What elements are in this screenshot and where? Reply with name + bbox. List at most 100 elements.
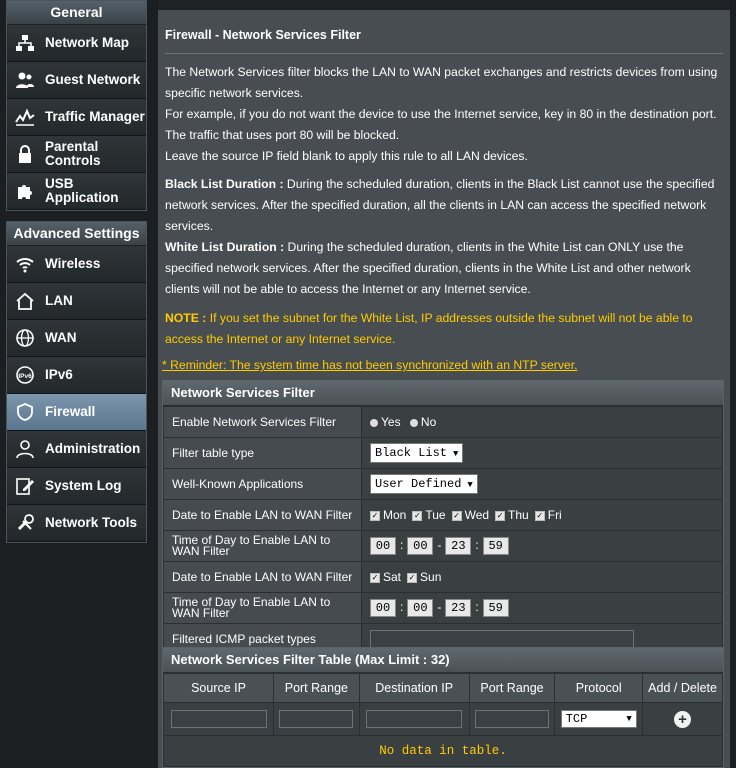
- sidebar-item-firewall[interactable]: Firewall: [7, 394, 146, 431]
- note-label: NOTE :: [165, 311, 207, 325]
- tools-icon: [10, 513, 40, 533]
- chevron-down-icon: ▼: [626, 714, 632, 724]
- desc-paragraph-1: The Network Services filter blocks the L…: [165, 65, 718, 100]
- filter-type-select[interactable]: Black List ▼: [370, 443, 464, 463]
- day-label: Tue: [425, 508, 446, 522]
- day-checkbox-fri[interactable]: ✓ Fri: [534, 508, 562, 522]
- enable-no-radio[interactable]: No: [409, 415, 437, 429]
- sidebar-item-label: Guest Network: [45, 72, 141, 87]
- rules-table-section: Network Services Filter Table (Max Limit…: [162, 647, 724, 768]
- weekday-time-inputs: 00:00-23:59: [361, 530, 723, 562]
- sidebar-item-traffic-manager[interactable]: Traffic Manager: [7, 99, 146, 136]
- time-input[interactable]: 59: [482, 537, 509, 555]
- sidebar-item-parental-controls[interactable]: Parental Controls: [7, 136, 146, 173]
- sidebar-item-wireless[interactable]: Wireless: [7, 246, 146, 283]
- sidebar-item-label: Network Tools: [45, 515, 138, 530]
- globe-icon: [10, 328, 40, 348]
- rules-table-header: Network Services Filter Table (Max Limit…: [163, 648, 723, 673]
- note-text: If you set the subnet for the White List…: [165, 311, 693, 346]
- general-menu: General Network Map Guest Network Traffic …: [6, 0, 147, 211]
- day-checkbox-thu[interactable]: ✓ Thu: [495, 508, 529, 522]
- edit-log-icon: [10, 476, 40, 496]
- title-divider: [165, 53, 723, 54]
- day-label: Thu: [508, 508, 529, 522]
- sidebar-item-label: Wireless: [45, 256, 101, 271]
- sidebar-item-lan[interactable]: LAN: [7, 283, 146, 320]
- sidebar-item-label: System Log: [45, 478, 122, 493]
- sidebar-item-label: USB Application: [45, 176, 119, 205]
- user-icon: [10, 439, 40, 459]
- sidebar-item-usb-application[interactable]: USB Application: [7, 173, 146, 210]
- advanced-title: Advanced Settings: [7, 222, 146, 246]
- page-title: Firewall - Network Services Filter: [165, 28, 361, 42]
- time-separator: -: [437, 538, 442, 553]
- enable-yes-radio[interactable]: Yes: [370, 415, 401, 429]
- check-icon: ✓: [451, 510, 462, 521]
- time-separator: :: [475, 538, 479, 553]
- sidebar-item-guest-network[interactable]: Guest Network: [7, 62, 146, 99]
- time-input[interactable]: 00: [370, 537, 396, 555]
- advanced-menu: Advanced Settings Wireless LAN WAN IPv6 IPv6…: [6, 221, 147, 543]
- chevron-down-icon: ▼: [467, 480, 473, 490]
- white-list-desc: White List Duration : During the schedul…: [165, 237, 725, 300]
- source-ip-input[interactable]: [170, 710, 267, 728]
- network-services-filter-section: Network Services Filter Enable Network S…: [162, 380, 724, 656]
- day-label: Mon: [383, 508, 407, 522]
- sidebar-item-ipv6[interactable]: IPv6 IPv6: [7, 357, 146, 394]
- column-header: Destination IP: [358, 673, 470, 703]
- enable-filter-label: Enable Network Services Filter: [163, 406, 362, 438]
- filter-section-header: Network Services Filter: [163, 381, 723, 406]
- time-input[interactable]: 00: [370, 599, 396, 617]
- sidebar-item-system-log[interactable]: System Log: [7, 468, 146, 505]
- sidebar-item-wan[interactable]: WAN: [7, 320, 146, 357]
- destination-port-input[interactable]: [475, 710, 550, 728]
- column-header: Port Range: [468, 673, 556, 703]
- source-port-input[interactable]: [279, 710, 354, 728]
- day-label: Wed: [464, 508, 490, 522]
- sidebar-item-label: Parental Controls: [45, 139, 101, 168]
- day-checkbox-tue[interactable]: ✓ Tue: [412, 508, 446, 522]
- day-checkbox-wed[interactable]: ✓ Wed: [451, 508, 490, 522]
- desc-paragraph-3: Leave the source IP field blank to apply…: [165, 149, 528, 163]
- home-icon: [10, 292, 40, 310]
- shield-icon: [10, 402, 40, 422]
- ipv6-icon: IPv6: [10, 365, 40, 385]
- sidebar-item-network-tools[interactable]: Network Tools: [7, 505, 146, 542]
- yes-label: Yes: [381, 415, 401, 429]
- check-icon: ✓: [495, 510, 506, 521]
- day-checkbox-sun[interactable]: ✓ Sun: [407, 570, 441, 584]
- sidebar-item-label: IPv6: [45, 367, 73, 382]
- day-checkbox-sat[interactable]: ✓ Sat: [370, 570, 401, 584]
- ntp-reminder-link[interactable]: * Reminder: The system time has not been…: [162, 358, 577, 372]
- weekend-checkboxes: ✓ Sat ✓ Sun: [361, 561, 723, 593]
- icmp-input[interactable]: [370, 630, 634, 648]
- time-input[interactable]: 00: [407, 537, 434, 555]
- chevron-down-icon: ▼: [453, 449, 459, 459]
- sidebar-item-administration[interactable]: Administration: [7, 431, 146, 468]
- description: The Network Services filter blocks the L…: [165, 62, 725, 167]
- time-input[interactable]: 59: [482, 599, 509, 617]
- time-separator: -: [437, 600, 442, 615]
- check-icon: ✓: [407, 572, 418, 583]
- sidebar-item-label: Administration: [45, 441, 141, 456]
- sidebar-item-label: Network Map: [45, 35, 130, 50]
- white-list-label: White List Duration :: [165, 240, 285, 254]
- protocol-select[interactable]: TCP ▼: [560, 710, 637, 728]
- well-known-select[interactable]: User Defined ▼: [370, 474, 478, 494]
- main-panel: Firewall - Network Services Filter The N…: [158, 0, 730, 768]
- no-label: No: [420, 415, 437, 429]
- desc-paragraph-2: For example, if you do not want the devi…: [165, 107, 717, 142]
- destination-ip-input[interactable]: [366, 710, 463, 728]
- time-input[interactable]: 00: [407, 599, 434, 617]
- guest-network-icon: [10, 71, 40, 89]
- add-rule-button[interactable]: +: [674, 710, 692, 728]
- time-input[interactable]: 23: [445, 537, 472, 555]
- column-header: Source IP: [162, 673, 275, 703]
- weekend-date-label: Date to Enable LAN to WAN Filter: [163, 561, 362, 593]
- weekday-time-label: Time of Day to Enable LAN to WAN Filter: [163, 530, 362, 562]
- day-checkbox-mon[interactable]: ✓ Mon: [370, 508, 406, 522]
- time-input[interactable]: 23: [445, 599, 472, 617]
- sidebar-item-network-map[interactable]: Network Map: [7, 25, 146, 62]
- wifi-icon: [10, 255, 40, 273]
- well-known-label: Well-Known Applications: [163, 468, 362, 500]
